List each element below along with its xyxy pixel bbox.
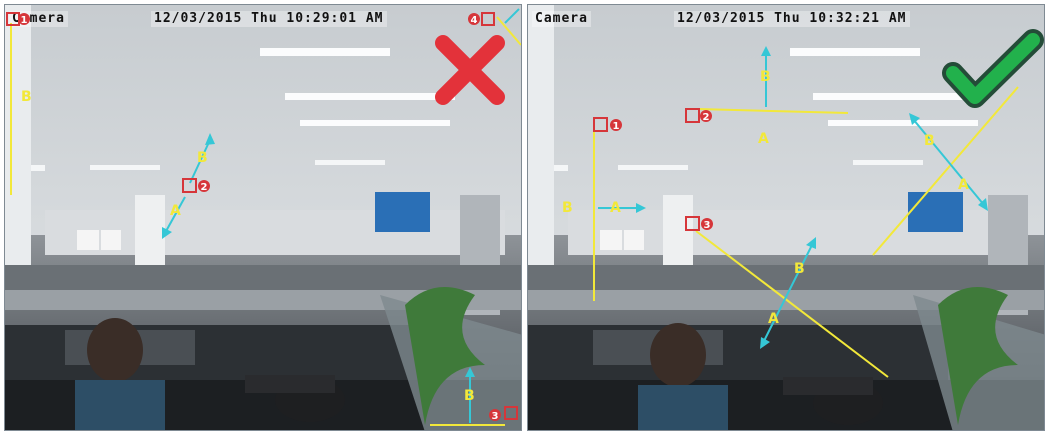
direction-b-label-3: B [464, 388, 475, 404]
direction-arrow-3 [762, 242, 814, 344]
direction-arrow-4 [504, 8, 520, 24]
direction-b-label-4: B [924, 133, 935, 149]
marker-number-1: 1 [613, 121, 620, 132]
marker-box-4[interactable] [481, 12, 495, 26]
red-x-icon [435, 35, 505, 105]
direction-arrow-4 [912, 118, 985, 206]
direction-a-label-1: A [610, 200, 621, 216]
tripwire-line-4[interactable] [872, 86, 1019, 256]
direction-b-label-2: B [760, 69, 771, 85]
direction-b-label-3: B [794, 261, 805, 277]
marker-box-3[interactable] [685, 216, 700, 231]
tripwire-line-3[interactable] [695, 230, 889, 378]
direction-b-label-2: B [197, 150, 208, 166]
camera-view-left: Camera 12/03/2015 Thu 10:29:01 AM B 1 B … [4, 4, 522, 431]
rule-overlay-right[interactable]: B A 1 B A 2 B A B A 3 [528, 5, 1045, 431]
marker-number-3: 3 [492, 411, 499, 422]
marker-box-1[interactable] [6, 12, 20, 26]
marker-number-4: 4 [471, 15, 478, 26]
marker-number-2: 2 [703, 112, 710, 123]
tripwire-line-2[interactable] [697, 108, 849, 114]
rule-overlay-left[interactable]: B 1 B A 2 B 3 4 [5, 5, 522, 431]
direction-a-label-3: A [768, 311, 779, 327]
green-check-icon [942, 29, 1044, 108]
marker-number-1: 1 [21, 15, 28, 26]
marker-box-2[interactable] [182, 178, 197, 193]
marker-box-3[interactable] [504, 406, 518, 420]
camera-view-right: Camera 12/03/2015 Thu 10:32:21 AM B A 1 … [527, 4, 1045, 431]
marker-number-2: 2 [201, 182, 208, 193]
marker-number-3: 3 [704, 220, 711, 231]
marker-box-2[interactable] [685, 108, 700, 123]
direction-b-label-1: B [562, 200, 573, 216]
direction-a-label-2: A [170, 203, 181, 219]
direction-a-label-4: A [958, 177, 969, 193]
direction-a-label-2: A [758, 131, 769, 147]
direction-b-label-1: B [21, 89, 32, 105]
marker-box-1[interactable] [593, 117, 608, 132]
